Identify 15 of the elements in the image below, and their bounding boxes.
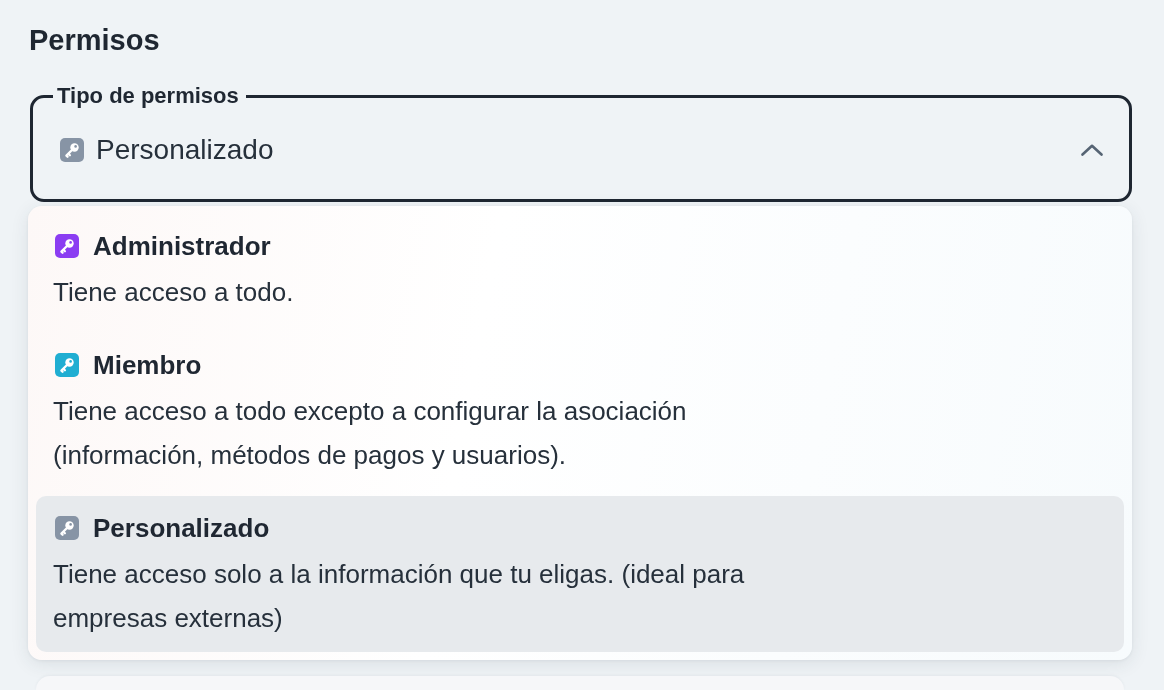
section-title: Permisos bbox=[29, 24, 160, 56]
option-title: Personalizado bbox=[93, 514, 270, 543]
option-description: Tiene acceso solo a la información que tu eligas. (ideal para empresas externas) bbox=[53, 558, 746, 636]
option-description: Tiene acceso a todo. bbox=[53, 276, 294, 310]
dropdown-option[interactable]: Administrador Tiene acceso a todo. bbox=[36, 214, 1124, 327]
select-value: Personalizado bbox=[96, 134, 274, 166]
option-title: Administrador bbox=[93, 232, 271, 261]
permission-type-select[interactable]: Tipo de permisos Personalizado bbox=[30, 85, 1132, 203]
option-description: Tiene acceso a todo excepto a configurar la asociación (información, métodos de pagos y usuarios). bbox=[53, 395, 688, 473]
chevron-up-icon bbox=[1081, 144, 1103, 156]
dropdown-option[interactable]: Miembro Tiene acceso a todo excepto a configurar la asociación (información, métodos de pagos y usuarios). bbox=[36, 333, 1124, 490]
key-icon bbox=[60, 138, 84, 162]
option-title: Miembro bbox=[93, 351, 202, 380]
field-label: Tipo de permisos bbox=[56, 85, 240, 107]
dropdown-option[interactable]: Personalizado Tiene acceso solo a la información que tu eligas. (ideal para empresas externas) bbox=[36, 496, 1124, 653]
